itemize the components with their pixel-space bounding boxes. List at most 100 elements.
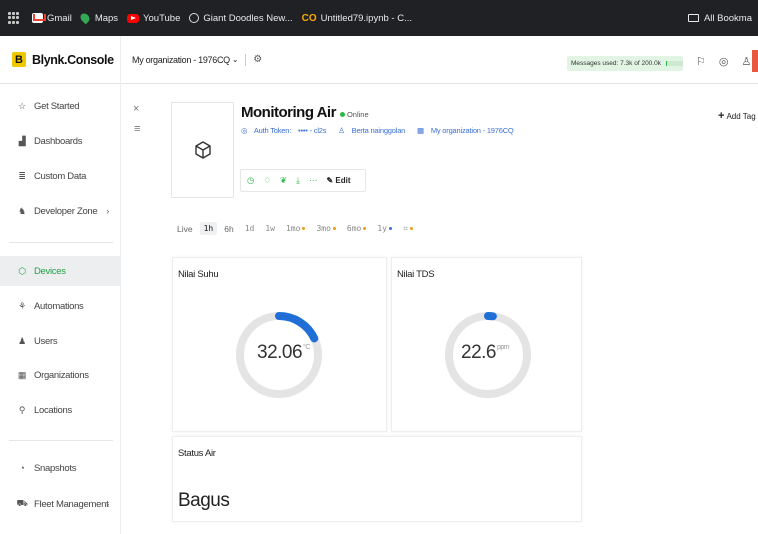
chevron-right-icon: › [106, 205, 109, 217]
bookmark-youtube[interactable]: YouTube [127, 13, 180, 24]
gauge-value-arc [275, 312, 319, 343]
custom-range-button[interactable]: ⌗ [403, 223, 413, 234]
device-name: Monitoring Air [241, 104, 336, 121]
range-1w[interactable]: 1w [265, 224, 275, 233]
auth-token-label: Auth Token: [253, 126, 292, 135]
sidebar-divider [9, 440, 113, 441]
sidebar-item-label: Organizations [34, 369, 89, 381]
status-dot [339, 112, 345, 117]
sidebar-item-fleet-management[interactable]: ⛟ Fleet Management › [0, 489, 121, 519]
add-tag-label: Add Tag [726, 112, 756, 121]
auth-token[interactable]: ◎ Auth Token: •••• - cl2s [241, 126, 331, 135]
range-1y[interactable]: 1y [377, 224, 392, 233]
messages-progress-fill [665, 61, 667, 66]
range-1d[interactable]: 1d [245, 224, 255, 233]
building-icon: ▦ [17, 369, 27, 380]
youtube-icon [127, 13, 140, 23]
automation-icon: ⚘ [18, 300, 26, 311]
owner-name: Berta nainggolan [351, 126, 406, 135]
widget-nilai-tds[interactable]: Nilai TDS 22.6ppm [391, 257, 582, 432]
bookmark-colab[interactable]: CO Untitled79.ipynb - C... [302, 13, 412, 24]
premium-dot [388, 227, 392, 230]
folder-icon [687, 14, 699, 22]
range-label: 3mo [316, 224, 331, 233]
globe-icon [189, 13, 200, 23]
widget-title: Nilai TDS [397, 269, 435, 280]
bookmark-maps[interactable]: Maps [78, 11, 118, 25]
all-bookmarks-label: All Bookma [703, 12, 752, 24]
help-icon[interactable]: ◎ [719, 55, 729, 68]
apps-grid-icon[interactable] [8, 12, 20, 24]
messages-used-label: Messages used: 7.3k of 200.0k [571, 60, 661, 67]
brand[interactable]: B Blynk.Console [0, 35, 121, 84]
range-1mo[interactable]: 1mo [285, 224, 306, 233]
clock-icon[interactable]: ◷ [247, 175, 254, 186]
range-label: 1mo [285, 224, 301, 233]
edit-label: Edit [335, 176, 351, 185]
gear-icon[interactable]: ⚙ [253, 54, 262, 65]
device-owner[interactable]: ♙ Berta nainggolan [338, 126, 410, 135]
user-icon: ♙ [338, 126, 345, 135]
close-panel-icon[interactable]: × [133, 103, 139, 115]
calendar-icon: ⌗ [402, 223, 408, 233]
brand-name: Blynk.Console [32, 52, 114, 67]
sidebar-item-developer-zone[interactable]: ♞ Developer Zone › [0, 196, 121, 226]
automation-icon[interactable]: ❦ [280, 175, 287, 186]
widget-status-air[interactable]: Status Air Bagus [172, 436, 582, 522]
premium-dot [332, 227, 336, 230]
sidebar-item-snapshots[interactable]: ◔ Snapshots [0, 453, 121, 483]
user-avatar[interactable] [752, 50, 758, 72]
star-icon: ☆ [18, 100, 26, 111]
chart-icon: ▟ [18, 135, 26, 146]
bell-icon[interactable]: ♢ [263, 175, 271, 186]
sidebar-item-label: Snapshots [34, 462, 77, 474]
organization-link: My organization - 1976CQ [430, 126, 514, 135]
premium-dot [302, 227, 306, 230]
sidebar-item-organizations[interactable]: ▦ Organizations [0, 360, 121, 390]
bookmarks-bar: Gmail Maps YouTube Giant Doodles New... … [0, 0, 758, 36]
time-range-selector: Live 1h 6h 1d 1w 1mo 3mo 6mo 1y ⌗ [177, 222, 424, 235]
device-image[interactable] [171, 102, 234, 198]
widget-nilai-suhu[interactable]: Nilai Suhu 32.06°C [172, 257, 387, 432]
gauge-value-number: 32.06 [257, 342, 303, 363]
bookmark-label: Gmail [47, 12, 72, 24]
add-tag-button[interactable]: + Add Tag [718, 110, 756, 122]
messages-usage[interactable]: Messages used: 7.3k of 200.0k [567, 56, 683, 71]
menu-icon[interactable]: ≡ [134, 123, 140, 135]
sidebar-item-custom-data[interactable]: ≣ Custom Data [0, 161, 121, 191]
organization-name: My organization - 1976CQ [132, 54, 230, 65]
range-6mo[interactable]: 6mo [347, 224, 367, 233]
organization-selector[interactable]: My organization - 1976CQ ⌄ ⚙ [132, 53, 262, 66]
edit-button[interactable]: ✎ Edit [326, 176, 359, 185]
gauge-value: 32.06°C [257, 342, 310, 364]
chevron-right-icon: › [106, 498, 109, 510]
all-bookmarks-button[interactable]: All Bookma [687, 0, 752, 36]
sidebar-item-label: Dashboards [34, 135, 83, 147]
more-icon[interactable]: ⋯ [309, 175, 318, 186]
premium-dot [409, 227, 413, 231]
gmail-icon [32, 13, 43, 23]
device-toolbar: ◷ ♢ ❦ ⤓ ⋯ ✎ Edit [240, 169, 367, 192]
sidebar-item-get-started[interactable]: ☆ Get Started [0, 91, 121, 121]
premium-dot [363, 227, 367, 230]
sidebar-item-label: Users [34, 335, 58, 347]
range-1h[interactable]: 1h [199, 222, 218, 235]
bell-icon[interactable]: ♙ [741, 55, 751, 68]
sidebar-item-users[interactable]: ♟ Users [0, 326, 121, 356]
sidebar-item-locations[interactable]: ⚲ Locations [0, 395, 121, 425]
sidebar-item-devices[interactable]: ⬡ Devices [0, 256, 121, 286]
developer-icon: ♞ [18, 205, 26, 216]
range-live[interactable]: Live [177, 224, 193, 234]
sidebar-item-label: Locations [34, 404, 72, 416]
range-3mo[interactable]: 3mo [316, 224, 336, 233]
sidebar-item-dashboards[interactable]: ▟ Dashboards [0, 126, 121, 156]
device-organization[interactable]: ▦ My organization - 1976CQ [417, 126, 519, 135]
bookmark-gmail[interactable]: Gmail [32, 13, 72, 24]
status-value: Bagus [178, 490, 230, 511]
download-icon[interactable]: ⤓ [296, 175, 300, 186]
megaphone-icon[interactable]: ⚐ [696, 55, 706, 68]
bookmark-label: Giant Doodles New... [203, 12, 293, 24]
range-6h[interactable]: 6h [224, 224, 233, 234]
sidebar-item-automations[interactable]: ⚘ Automations [0, 291, 121, 321]
bookmark-giant-doodles[interactable]: Giant Doodles New... [189, 12, 293, 24]
